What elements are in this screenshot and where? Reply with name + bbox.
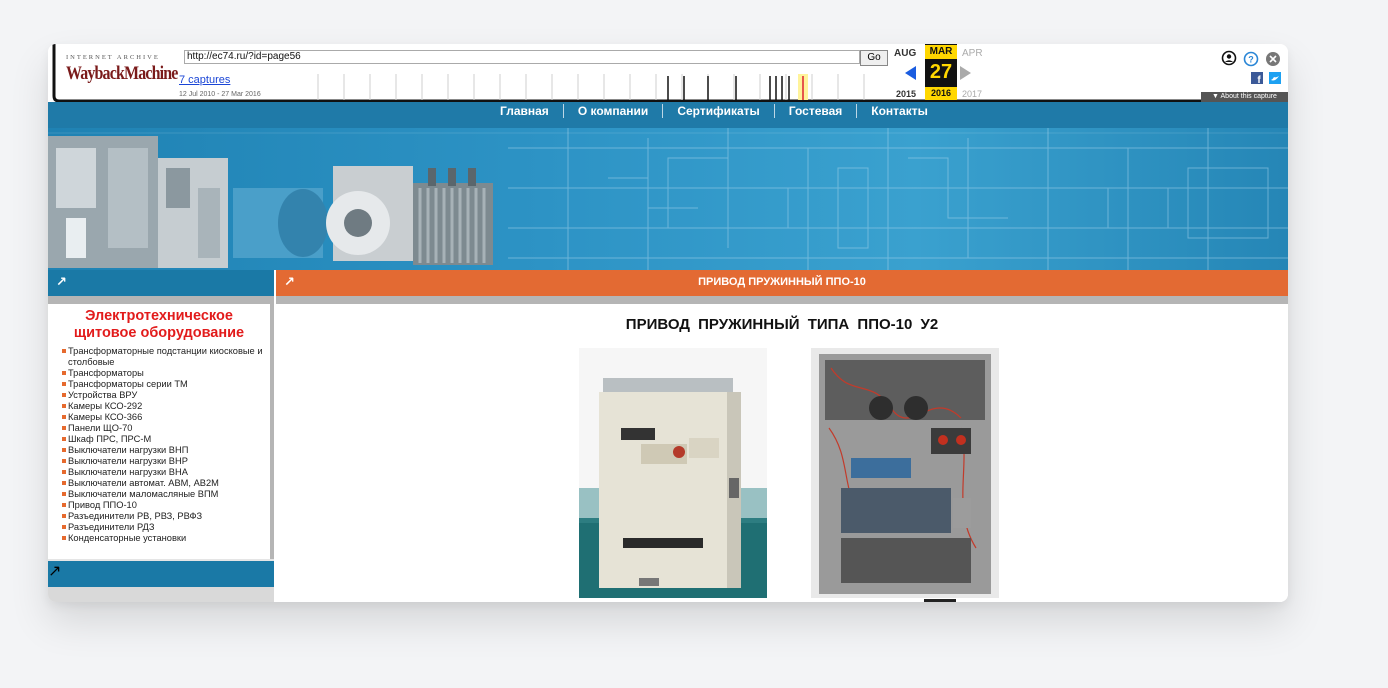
nav-contacts[interactable]: Контакты (857, 104, 942, 118)
captures-range: 12 Jul 2010 - 27 Mar 2016 (179, 91, 261, 98)
sidebar-item[interactable]: Привод ППО-10 (48, 500, 270, 511)
sidebar-divider (48, 296, 274, 304)
arrow-icon: ↗ (56, 274, 67, 289)
nav-home[interactable]: Главная (486, 104, 563, 118)
sidebar-item[interactable]: Трансформаторы (48, 368, 270, 379)
day-current: 27 (929, 61, 953, 83)
sidebar-section-header: ↗ (48, 561, 274, 587)
scrollbar-thumb[interactable] (924, 599, 956, 602)
month-prev[interactable]: AUG (894, 48, 916, 59)
current-capture-calendar: MAR 27 2016 (925, 44, 957, 102)
capture-timeline[interactable] (296, 74, 888, 100)
sidebar-item[interactable]: Выключатели автомат. АВМ, АВ2М (48, 478, 270, 489)
sidebar-item[interactable]: Разъединители РДЗ (48, 522, 270, 533)
next-capture-arrow-icon[interactable] (960, 66, 971, 80)
user-icon[interactable] (1221, 50, 1237, 66)
product-photo-interior (811, 348, 999, 598)
year-current: 2016 (925, 87, 957, 100)
sidebar-title: Электротехническое щитовое оборудование (73, 308, 245, 341)
svg-text:?: ? (1248, 55, 1254, 65)
wayback-logo[interactable]: INTERNET ARCHIVE WaybackMachine (66, 54, 178, 94)
header-banner (48, 128, 1288, 270)
sidebar-item[interactable]: Трансформаторные подстанции киосковые и … (48, 346, 270, 368)
sidebar-item[interactable]: Камеры КСО-366 (48, 412, 270, 423)
url-input[interactable]: http://ec74.ru/?id=page56 (184, 50, 860, 64)
go-button[interactable]: Go (860, 50, 888, 66)
internet-archive-label: INTERNET ARCHIVE (66, 54, 160, 61)
product-title: ПРИВОД ПРУЖИННЫЙ ТИПА ППО-10 У2 (625, 316, 939, 333)
main-content: ПРИВОД ПРУЖИННЫЙ ТИПА ППО-10 У2 (276, 304, 1288, 602)
captures-link[interactable]: 7 captures (179, 74, 230, 86)
product-photo-exterior (579, 348, 767, 598)
facebook-icon[interactable]: f (1251, 72, 1263, 86)
close-icon[interactable] (1266, 52, 1280, 66)
sidebar-item[interactable]: Трансформаторы серии ТМ (48, 379, 270, 390)
month-current: MAR (925, 45, 957, 59)
nav-about[interactable]: О компании (564, 104, 663, 118)
nav-guestbook[interactable]: Гостевая (775, 104, 857, 118)
sidebar-item[interactable]: Выключатели нагрузки ВНП (48, 445, 270, 456)
banner-illustration (48, 128, 1288, 270)
sidebar-item[interactable]: Шкаф ПРС, ПРС-М (48, 434, 270, 445)
sidebar-divider (48, 587, 274, 602)
sidebar-item[interactable]: Камеры КСО-292 (48, 401, 270, 412)
left-sidebar: ↗ Электротехническое щитовое оборудовани… (48, 270, 274, 602)
year-prev[interactable]: 2015 (896, 89, 916, 99)
twitter-icon[interactable] (1269, 72, 1281, 84)
sidebar-item[interactable]: Устройства ВРУ (48, 390, 270, 401)
help-icon[interactable]: ? (1243, 51, 1259, 67)
wayback-toolbar: INTERNET ARCHIVE WaybackMachine http://e… (48, 44, 1288, 102)
sidebar-item[interactable]: Панели ЩО-70 (48, 423, 270, 434)
sidebar-item[interactable]: Выключатели маломасляные ВПМ (48, 489, 270, 500)
year-next[interactable]: 2017 (962, 89, 982, 99)
sidebar-header: ↗ (48, 270, 274, 296)
wayback-machine-mark: WaybackMachine (66, 63, 178, 84)
month-next[interactable]: APR (962, 48, 983, 59)
arrow-icon: ↗ (48, 563, 62, 580)
sidebar-item[interactable]: Конденсаторные установки (48, 533, 270, 544)
about-capture-button[interactable]: ▼ About this capture (1201, 92, 1288, 102)
section-divider (276, 296, 1288, 304)
section-header: ↗ ПРИВОД ПРУЖИННЫЙ ППО-10 (276, 270, 1288, 296)
site-navbar: Главная О компании Сертификаты Гостевая … (48, 100, 1288, 128)
browser-window: Главная О компании Сертификаты Гостевая … (48, 44, 1288, 602)
sidebar-item[interactable]: Выключатели нагрузки ВНА (48, 467, 270, 478)
sidebar-menu: Трансформаторные подстанции киосковые и … (48, 346, 270, 544)
sidebar-item[interactable]: Выключатели нагрузки ВНР (48, 456, 270, 467)
nav-certificates[interactable]: Сертификаты (663, 104, 773, 118)
section-title: ПРИВОД ПРУЖИННЫЙ ППО-10 (698, 276, 866, 288)
sidebar-item[interactable]: Разъединители РВ, РВЗ, РВФЗ (48, 511, 270, 522)
prev-capture-arrow-icon[interactable] (905, 66, 916, 80)
sidebar-panel: Электротехническое щитовое оборудование … (48, 304, 274, 559)
